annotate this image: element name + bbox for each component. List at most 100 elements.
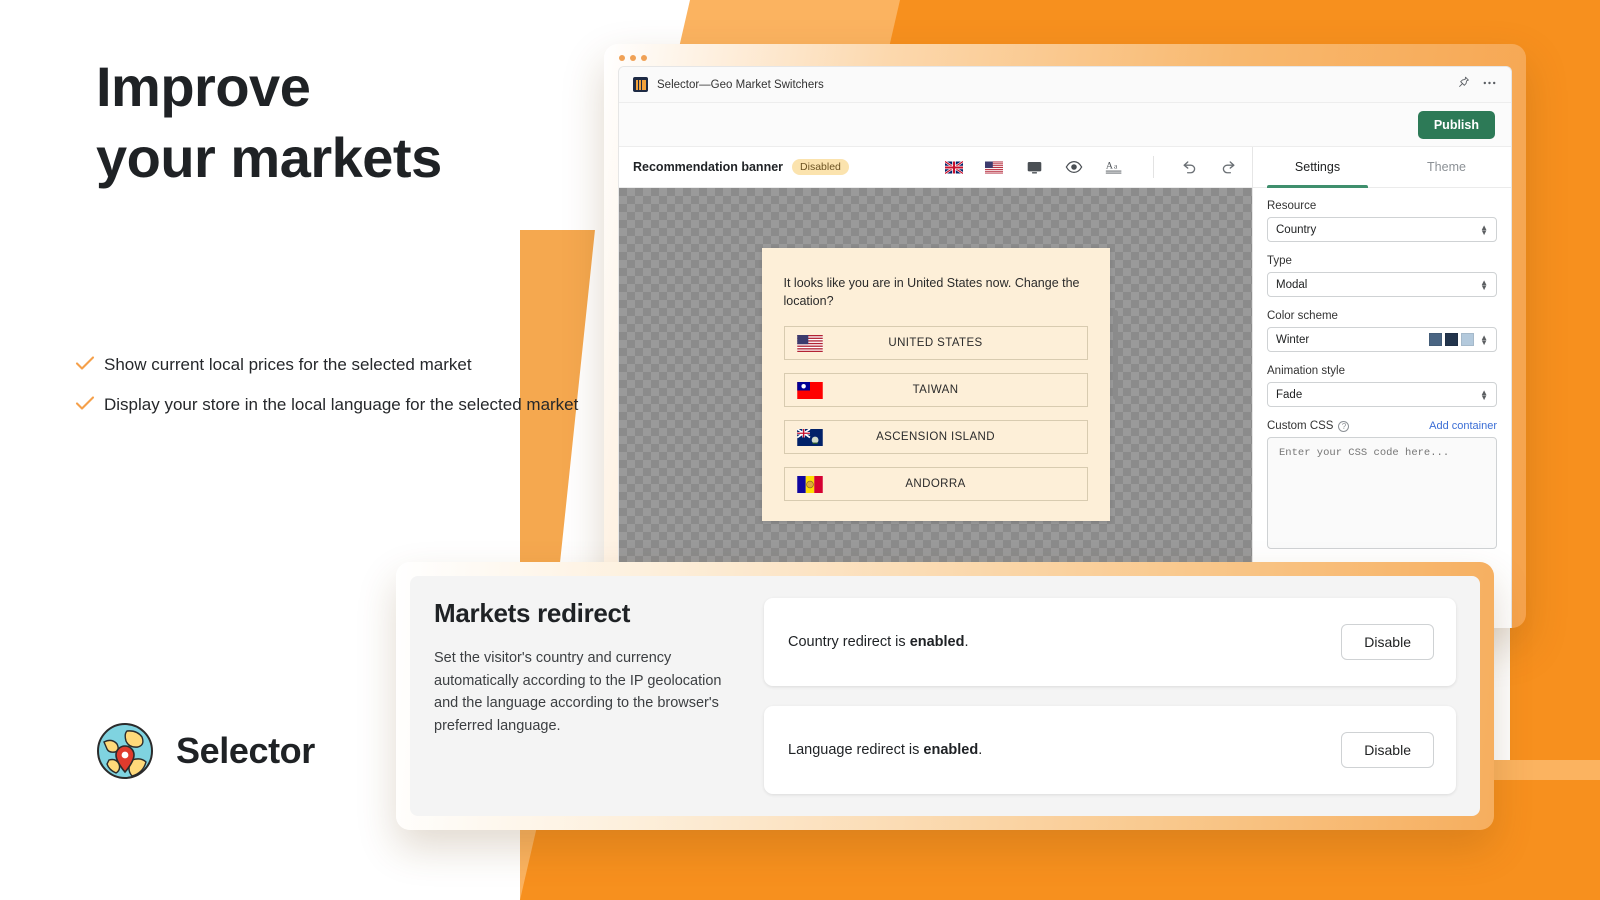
resource-select[interactable]: Country ▲ ▼: [1267, 217, 1497, 242]
select-value: Winter: [1276, 333, 1310, 346]
undo-icon[interactable]: [1180, 158, 1198, 176]
question-mark-icon[interactable]: ?: [1338, 420, 1350, 432]
list-item[interactable]: TAIWAN: [783, 373, 1088, 408]
chevron-updown-icon: ▲ ▼: [1480, 387, 1488, 402]
table-row: Country redirect is enabled. Disable: [764, 598, 1456, 686]
svg-text:A: A: [1106, 161, 1113, 172]
field-label: Animation style: [1267, 365, 1345, 377]
pushpin-icon[interactable]: [1457, 76, 1470, 94]
window-dot[interactable]: [619, 55, 625, 61]
status-value: enabled: [923, 742, 979, 758]
redirect-rows: Country redirect is enabled. Disable Lan…: [764, 598, 1456, 794]
disable-language-redirect-button[interactable]: Disable: [1341, 732, 1434, 768]
tab-theme[interactable]: Theme: [1382, 147, 1511, 187]
markets-redirect-title: Markets redirect: [434, 598, 631, 628]
chevron-updown-icon: ▲ ▼: [1480, 277, 1488, 292]
editor-toolbar: Recommendation banner Disabled A a: [619, 147, 1252, 188]
brand-logo: Selector: [96, 722, 315, 780]
window-dot[interactable]: [630, 55, 636, 61]
headline-line-1: Improve: [96, 55, 311, 118]
feature-list: Show current local prices for the select…: [72, 352, 592, 433]
chevron-updown-icon: ▲ ▼: [1480, 332, 1488, 347]
country-name: ASCENSION ISLAND: [876, 431, 995, 444]
editor-area: Recommendation banner Disabled A a It lo…: [619, 147, 1511, 628]
field-label: Color scheme: [1267, 310, 1338, 322]
us-flag-icon: [796, 334, 823, 352]
settings-form: Resource Country ▲ ▼ Type Modal ▲ ▼ Colo…: [1253, 188, 1511, 579]
taiwan-flag-icon: [796, 381, 823, 399]
publish-button[interactable]: Publish: [1417, 110, 1495, 139]
editor-canvas-column: Recommendation banner Disabled A a It lo…: [619, 147, 1253, 628]
color-swatch: [1461, 333, 1475, 346]
disable-country-redirect-button[interactable]: Disable: [1341, 624, 1434, 660]
list-item[interactable]: UNITED STATES: [783, 326, 1088, 361]
field-animation-style: Animation style Fade ▲ ▼: [1267, 365, 1497, 407]
select-value: Modal: [1276, 278, 1308, 291]
custom-css-input[interactable]: [1267, 437, 1497, 549]
color-swatch: [1429, 333, 1443, 346]
color-swatch: [1445, 333, 1459, 346]
geo-modal-preview: It looks like you are in United States n…: [761, 248, 1118, 522]
settings-panel: Settings Theme Resource Country ▲ ▼ Type…: [1253, 147, 1511, 628]
page-title: Improve your markets: [96, 52, 442, 193]
color-scheme-select[interactable]: Winter ▲ ▼: [1267, 327, 1497, 352]
language-redirect-status: Language redirect is enabled.: [788, 742, 983, 758]
custom-css-label: Custom CSS: [1267, 420, 1334, 432]
field-resource: Resource Country ▲ ▼: [1267, 200, 1497, 242]
select-value: Country: [1276, 223, 1317, 236]
app-grid-icon: [633, 77, 648, 92]
status-value: enabled: [909, 634, 965, 650]
desktop-preview-icon[interactable]: [1025, 158, 1043, 176]
country-name: TAIWAN: [912, 384, 959, 397]
list-item: Show current local prices for the select…: [72, 352, 592, 378]
country-name: UNITED STATES: [888, 337, 983, 350]
field-color-scheme: Color scheme Winter ▲ ▼: [1267, 310, 1497, 352]
animation-style-select[interactable]: Fade ▲ ▼: [1267, 382, 1497, 407]
type-select[interactable]: Modal ▲ ▼: [1267, 272, 1497, 297]
panel-tabs: Settings Theme: [1253, 147, 1511, 188]
list-item[interactable]: ASCENSION ISLAND: [783, 420, 1088, 455]
color-swatches: [1429, 333, 1475, 346]
list-item: Display your store in the local language…: [72, 392, 592, 418]
chevron-updown-icon: ▲ ▼: [1480, 222, 1488, 237]
table-row: Language redirect is enabled. Disable: [764, 706, 1456, 794]
modal-prompt-text: It looks like you are in United States n…: [783, 276, 1080, 309]
andorra-flag-icon: [796, 475, 823, 493]
editor-section-title: Recommendation banner: [633, 160, 784, 174]
us-flag-icon[interactable]: [985, 158, 1003, 176]
list-item[interactable]: ANDORRA: [783, 467, 1088, 502]
modal-scrollbar[interactable]: [1112, 310, 1118, 400]
page-root: Improve your markets Show current local …: [0, 0, 1600, 900]
add-container-link[interactable]: Add container: [1429, 420, 1497, 432]
markets-redirect-card: Markets redirect Set the visitor's count…: [396, 562, 1494, 830]
uk-flag-icon[interactable]: [945, 158, 963, 176]
list-item-label: Show current local prices for the select…: [104, 355, 472, 374]
redo-icon[interactable]: [1220, 158, 1238, 176]
toolbar-divider: [1153, 156, 1154, 178]
field-custom-css: Custom CSS ? Add container: [1267, 420, 1497, 554]
brand-name: Selector: [176, 730, 315, 771]
field-type: Type Modal ▲ ▼: [1267, 255, 1497, 297]
field-label: Type: [1267, 255, 1292, 267]
more-horizontal-icon[interactable]: [1482, 76, 1497, 94]
typography-icon[interactable]: A a: [1105, 158, 1123, 176]
app-window: Selector—Geo Market Switchers Publish Re: [604, 44, 1526, 628]
markets-redirect-description: Set the visitor's country and currency a…: [434, 650, 722, 734]
markets-redirect-info: Markets redirect Set the visitor's count…: [434, 598, 764, 794]
country-redirect-status: Country redirect is enabled.: [788, 634, 969, 650]
check-icon: [72, 392, 98, 414]
select-value: Fade: [1276, 388, 1303, 401]
eye-preview-icon[interactable]: [1065, 158, 1083, 176]
ascension-island-flag-icon: [796, 428, 823, 446]
list-item-label: Display your store in the local language…: [104, 395, 579, 415]
globe-icon: [96, 722, 154, 780]
app-titlebar: Selector—Geo Market Switchers: [619, 67, 1511, 103]
publish-bar: Publish: [619, 103, 1511, 147]
country-name: ANDORRA: [905, 478, 966, 491]
svg-text:a: a: [1114, 162, 1118, 171]
window-controls[interactable]: [619, 55, 647, 61]
check-icon: [72, 352, 98, 374]
tab-settings[interactable]: Settings: [1253, 147, 1382, 188]
window-dot[interactable]: [641, 55, 647, 61]
status-badge: Disabled: [792, 159, 849, 175]
